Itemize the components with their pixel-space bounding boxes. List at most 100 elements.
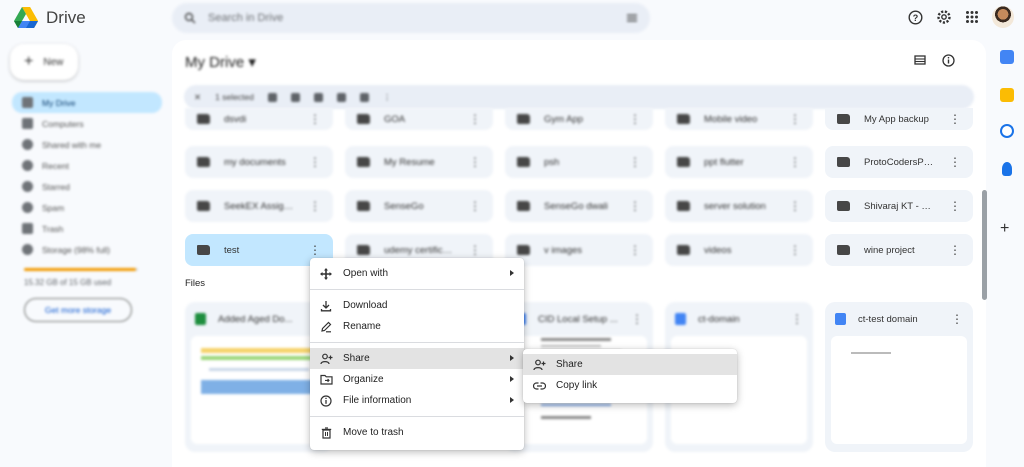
folder-item[interactable]: my documents ⋮ [185, 146, 333, 178]
folder-item[interactable]: v images ⋮ [505, 234, 653, 266]
more-icon[interactable]: ⋮ [949, 244, 961, 256]
folder-item[interactable]: wine project ⋮ [825, 234, 973, 266]
share-icon[interactable] [267, 92, 277, 102]
submenu-item-share[interactable]: Share [523, 354, 737, 375]
folder-item[interactable]: Mobile video ⋮ [665, 108, 813, 130]
menu-divider [310, 289, 524, 290]
more-icon[interactable]: ⋮ [309, 200, 321, 212]
more-icon[interactable]: ⋮ [789, 156, 801, 168]
folder-item[interactable]: psh ⋮ [505, 146, 653, 178]
folder-item[interactable]: Shivaraj KT - SD... ⋮ [825, 190, 973, 222]
menu-item-download[interactable]: Download [310, 295, 524, 316]
menu-item-organize[interactable]: Organize [310, 369, 524, 390]
more-icon[interactable]: ⋮ [629, 156, 641, 168]
sidebar-item-trash[interactable]: Trash [12, 218, 162, 239]
sidebar-item-recent[interactable]: Recent [12, 155, 162, 176]
drive-logo[interactable]: Drive [14, 5, 134, 31]
folder-item[interactable]: server solution ⋮ [665, 190, 813, 222]
context-menu: Open with Download Rename Share Organize… [310, 258, 524, 450]
scrollbar[interactable] [982, 190, 987, 300]
more-icon[interactable]: ⋮ [629, 113, 641, 125]
more-icon[interactable]: ⋮ [949, 156, 961, 168]
menu-item-rename[interactable]: Rename [310, 316, 524, 337]
sidebar-item-shared[interactable]: Shared with me [12, 134, 162, 155]
add-addon-icon[interactable]: + [1000, 220, 1009, 238]
folder-item[interactable]: Gym App ⋮ [505, 108, 653, 130]
sidebar-item-computers[interactable]: Computers [12, 113, 162, 134]
trash-icon [319, 426, 333, 440]
side-panel: + [990, 40, 1024, 467]
folder-icon [517, 114, 530, 124]
link-icon[interactable] [359, 92, 369, 102]
tasks-icon[interactable] [1000, 124, 1014, 138]
sidebar-item-storage[interactable]: Storage (98% full) [12, 239, 162, 260]
more-icon[interactable]: ⋮ [469, 200, 481, 212]
close-icon[interactable]: ✕ [194, 92, 201, 103]
sidebar-item-spam[interactable]: Spam [12, 197, 162, 218]
help-icon[interactable]: ? [908, 9, 923, 25]
menu-item-open-with[interactable]: Open with [310, 263, 524, 284]
sidebar-item-starred[interactable]: Starred [12, 176, 162, 197]
more-icon[interactable]: ⋮ [469, 113, 481, 125]
menu-item-file-information[interactable]: File information [310, 390, 524, 411]
page-title[interactable]: My Drive ▾ [185, 53, 256, 71]
more-icon[interactable]: ⋮ [469, 244, 481, 256]
get-more-storage-button[interactable]: Get more storage [24, 298, 132, 322]
folder-icon [357, 245, 370, 255]
apps-grid-icon[interactable] [965, 10, 979, 24]
folder-icon [517, 157, 530, 167]
keep-icon[interactable] [1000, 88, 1014, 102]
more-icon[interactable]: ⋮ [789, 113, 801, 125]
more-icon[interactable]: ⋮ [631, 313, 643, 325]
spam-icon [22, 202, 33, 213]
more-icon[interactable]: ⋮ [629, 200, 641, 212]
move-icon[interactable] [313, 92, 323, 102]
more-icon[interactable]: ⋮ [309, 156, 321, 168]
folder-icon [837, 157, 850, 167]
download-icon [319, 299, 333, 313]
menu-item-share[interactable]: Share [310, 348, 524, 369]
more-icon[interactable]: ⋮ [469, 156, 481, 168]
folder-icon [357, 157, 370, 167]
folder-item[interactable]: GOA ⋮ [345, 108, 493, 130]
folder-item[interactable]: My App backup ⋮ [825, 108, 973, 130]
more-icon[interactable]: ⋮ [383, 92, 392, 103]
more-icon[interactable]: ⋮ [791, 313, 803, 325]
folder-icon [677, 114, 690, 124]
more-icon[interactable]: ⋮ [949, 113, 961, 125]
file-card[interactable]: ct-test domain ⋮ [825, 302, 973, 452]
folder-item[interactable]: SeekEX Assignm... ⋮ [185, 190, 333, 222]
sidebar-item-label: Spam [42, 202, 65, 213]
avatar[interactable] [992, 6, 1014, 28]
more-icon[interactable]: ⋮ [789, 200, 801, 212]
search-input[interactable]: Search in Drive [208, 12, 614, 24]
folder-item[interactable]: dsvdi ⋮ [185, 108, 333, 130]
new-button[interactable]: + New [10, 44, 78, 80]
folder-item[interactable]: My Resume ⋮ [345, 146, 493, 178]
folder-item[interactable]: videos ⋮ [665, 234, 813, 266]
info-icon[interactable] [942, 54, 955, 67]
folder-item[interactable]: SenseGo dwali ⋮ [505, 190, 653, 222]
calendar-icon[interactable] [1000, 50, 1014, 64]
more-icon[interactable]: ⋮ [629, 244, 641, 256]
more-icon[interactable]: ⋮ [309, 244, 321, 256]
download-icon[interactable] [290, 92, 300, 102]
trash-icon[interactable] [336, 92, 346, 102]
folder-item[interactable]: ProtoCodersPoi... ⋮ [825, 146, 973, 178]
more-icon[interactable]: ⋮ [789, 244, 801, 256]
sidebar-item-my-drive[interactable]: My Drive [12, 92, 162, 113]
search-bar[interactable]: Search in Drive [172, 3, 650, 33]
contacts-icon[interactable] [1002, 162, 1012, 176]
list-view-icon[interactable] [914, 54, 926, 66]
folder-item[interactable]: SenseGo ⋮ [345, 190, 493, 222]
submenu-item-label: Copy link [556, 380, 598, 391]
submenu-item-copy-link[interactable]: Copy link [523, 375, 737, 396]
more-icon[interactable]: ⋮ [951, 313, 963, 325]
filter-icon[interactable] [626, 12, 638, 24]
menu-item-move-to-trash[interactable]: Move to trash [310, 422, 524, 443]
settings-icon[interactable] [936, 9, 952, 25]
sidebar-nav: My Drive Computers Shared with me Recent… [12, 92, 162, 260]
more-icon[interactable]: ⋮ [309, 113, 321, 125]
more-icon[interactable]: ⋮ [949, 200, 961, 212]
folder-item[interactable]: ppt flutter ⋮ [665, 146, 813, 178]
